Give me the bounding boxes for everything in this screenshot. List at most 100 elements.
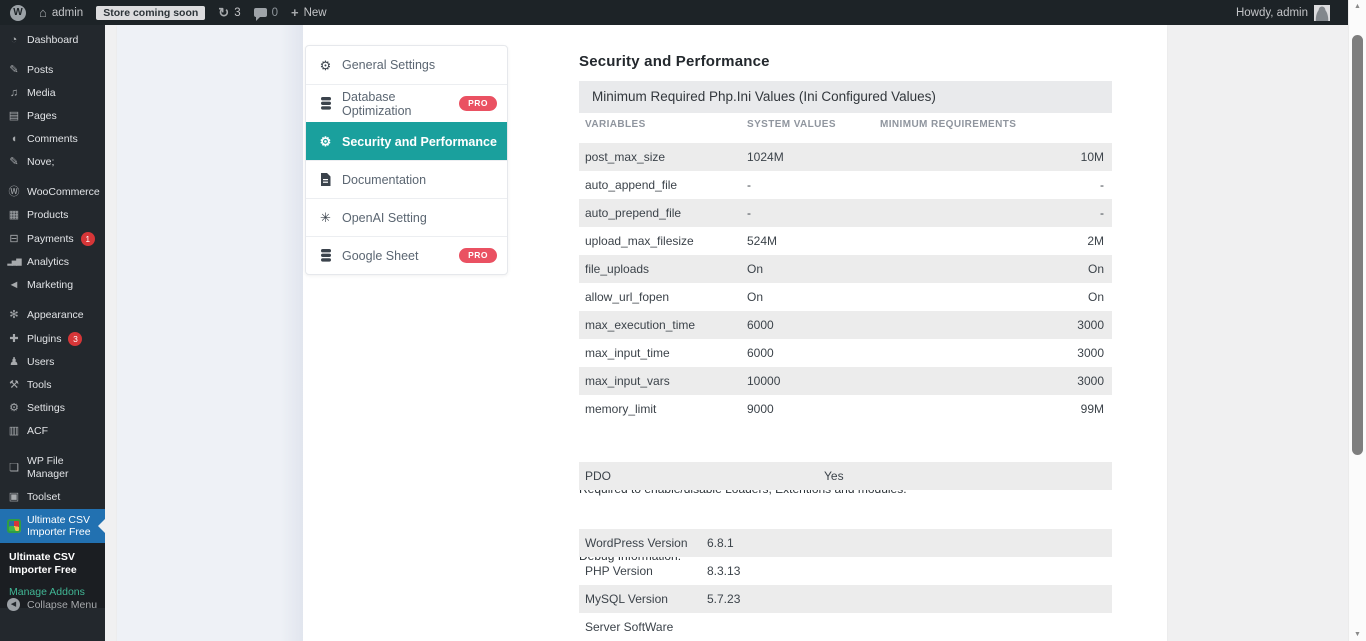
database-icon — [318, 97, 333, 110]
sidebar-item-toolset[interactable]: ▣Toolset — [0, 486, 105, 509]
table-row: Server SoftWare — [579, 613, 1112, 641]
tab-general-settings[interactable]: ⚙ General Settings — [306, 46, 507, 84]
scroll-down-arrow-icon[interactable]: ▼ — [1349, 631, 1366, 638]
comment-count: 0 — [272, 7, 278, 19]
howdy-admin-link[interactable]: Howdy, admin — [1236, 7, 1308, 19]
row-label: file_uploads — [579, 262, 747, 276]
left-gray-panel — [117, 25, 303, 641]
row-label: MySQL Version — [579, 592, 707, 606]
tab-label: General Settings — [342, 58, 435, 72]
tools-icon: ⚒ — [7, 379, 21, 392]
tab-label: OpenAI Setting — [342, 211, 427, 225]
vertical-scrollbar[interactable]: ▲ ▼ — [1348, 0, 1366, 641]
sidebar-item-tools[interactable]: ⚒Tools — [0, 374, 105, 397]
row-value: 5.7.23 — [707, 592, 1112, 606]
bar-chart-icon: ▂▅▇ — [7, 256, 21, 269]
sidebar-item-label: WooCommerce — [27, 186, 100, 199]
sidebar-item-label: Ultimate CSV Importer Free — [27, 514, 95, 538]
table-row: post_max_size1024M10M — [579, 143, 1112, 171]
table-row: max_input_time60003000 — [579, 339, 1112, 367]
updates-link[interactable]: ↻ 3 — [218, 5, 240, 21]
row-value: 99M — [1022, 402, 1112, 416]
sidebar-item-pages[interactable]: ▤Pages — [0, 105, 105, 128]
site-link[interactable]: ⌂ admin — [39, 5, 83, 20]
table-row: PDOYes — [579, 462, 1112, 490]
media-icon: ♫ — [7, 87, 21, 100]
tab-openai-setting[interactable]: ✳OpenAI Setting — [306, 198, 507, 236]
tab-google-sheet[interactable]: Google SheetPRO — [306, 236, 507, 274]
user-icon: ♟ — [7, 356, 21, 369]
avatar[interactable] — [1314, 5, 1330, 21]
tab-label: Google Sheet — [342, 249, 418, 263]
table-row: max_input_vars100003000 — [579, 367, 1112, 395]
sidebar-item-label: Dashboard — [27, 34, 78, 47]
column-header: SYSTEM VALUES — [747, 119, 836, 130]
sidebar-item-users[interactable]: ♟Users — [0, 351, 105, 374]
table-row: file_uploadsOnOn — [579, 255, 1112, 283]
row-label: Server SoftWare — [579, 620, 707, 634]
tab-documentation[interactable]: Documentation — [306, 160, 507, 198]
new-content-menu[interactable]: + New — [291, 5, 327, 20]
sidebar-menu: ◔ Dashboard ✎ Posts ♫ Media ▤Pages◖Comments✎No… — [0, 29, 105, 509]
settings-icon: ⚙ — [7, 402, 21, 415]
comment-bubble-icon — [254, 8, 267, 17]
plus-icon: + — [291, 5, 299, 20]
table-row: allow_url_fopenOnOn — [579, 283, 1112, 311]
tab-security-and-performance[interactable]: ⚙Security and Performance — [306, 122, 507, 160]
table-row: max_execution_time60003000 — [579, 311, 1112, 339]
sidebar-item-settings[interactable]: ⚙Settings — [0, 397, 105, 420]
sidebar-item-plugins[interactable]: ✚Plugins3 — [0, 327, 105, 351]
update-count: 3 — [234, 7, 240, 19]
scrollbar-thumb[interactable] — [1352, 35, 1363, 455]
sidebar-item-woocommerce[interactable]: ⓌWooCommerce — [0, 181, 105, 204]
column-header: MINIMUM REQUIREMENTS — [880, 119, 1016, 130]
page-title: Security and Performance — [579, 53, 770, 70]
scroll-up-arrow-icon[interactable]: ▲ — [1349, 3, 1366, 10]
count-badge: 3 — [68, 332, 82, 346]
sidebar-item-label: Posts — [27, 64, 53, 77]
home-icon: ⌂ — [39, 5, 47, 20]
sidebar-item-ultimate-csv-importer-free[interactable]: Ultimate CSV Importer Free — [0, 509, 105, 543]
sidebar-item-dashboard[interactable]: ◔ Dashboard — [0, 29, 105, 52]
wordpress-menu[interactable]: W — [10, 5, 26, 21]
sidebar-item-wp-file-manager[interactable]: ❏WP File Manager — [0, 450, 105, 486]
document-icon — [318, 173, 333, 186]
sidebar-item-label: Appearance — [27, 309, 84, 322]
gear-icon: ⚙ — [318, 135, 333, 148]
sidebar-item-label: Pages — [27, 110, 57, 123]
sidebar-item-analytics[interactable]: ▂▅▇Analytics — [0, 251, 105, 274]
sidebar-item-appearance[interactable]: ✻Appearance — [0, 304, 105, 327]
collapse-menu-button[interactable]: ◀ Collapse Menu — [0, 594, 104, 615]
sidebar-item-payments[interactable]: ⊟Payments1 — [0, 227, 105, 251]
sidebar-item-marketing[interactable]: ◄Marketing — [0, 274, 105, 297]
folder-icon: ❏ — [7, 462, 21, 475]
sidebar-item-products[interactable]: ▦Products — [0, 204, 105, 227]
comments-link[interactable]: 0 — [254, 7, 278, 19]
tab-database-optimization[interactable]: Database OptimizationPRO — [306, 84, 507, 122]
megaphone-icon: ◄ — [7, 279, 21, 292]
sidebar-item-label: Media — [27, 87, 56, 100]
sidebar-item-comments[interactable]: ◖Comments — [0, 128, 105, 151]
row-value: Yes — [824, 469, 1112, 483]
row-value: 9000 — [747, 402, 1022, 416]
sidebar-item-posts[interactable]: ✎ Posts — [0, 59, 105, 82]
pro-badge: PRO — [459, 96, 497, 111]
row-label: max_input_vars — [579, 374, 747, 388]
tab-label: Documentation — [342, 173, 426, 187]
sidebar-item-acf[interactable]: ▥ACF — [0, 420, 105, 443]
row-value: 2M — [1022, 234, 1112, 248]
sidebar-item-label: Payments — [27, 233, 74, 246]
coming-soon-badge: Store coming soon — [96, 6, 205, 20]
pushpin-icon: ✎ — [7, 64, 21, 77]
products-icon: ▦ — [7, 209, 21, 222]
sidebar-item-media[interactable]: ♫ Media — [0, 82, 105, 105]
row-value: 3000 — [1022, 346, 1112, 360]
sidebar-item-nove[interactable]: ✎Nove; — [0, 151, 105, 174]
phpini-table: post_max_size1024M10Mauto_append_file--a… — [579, 143, 1112, 423]
table-row: auto_prepend_file-- — [579, 199, 1112, 227]
row-value: On — [747, 262, 1022, 276]
submenu-item-ultimate-csv-importer-free[interactable]: Ultimate CSV Importer Free — [9, 551, 97, 577]
dashboard-icon: ◔ — [7, 34, 21, 47]
gear-icon: ⚙ — [318, 59, 333, 72]
row-label: memory_limit — [579, 402, 747, 416]
